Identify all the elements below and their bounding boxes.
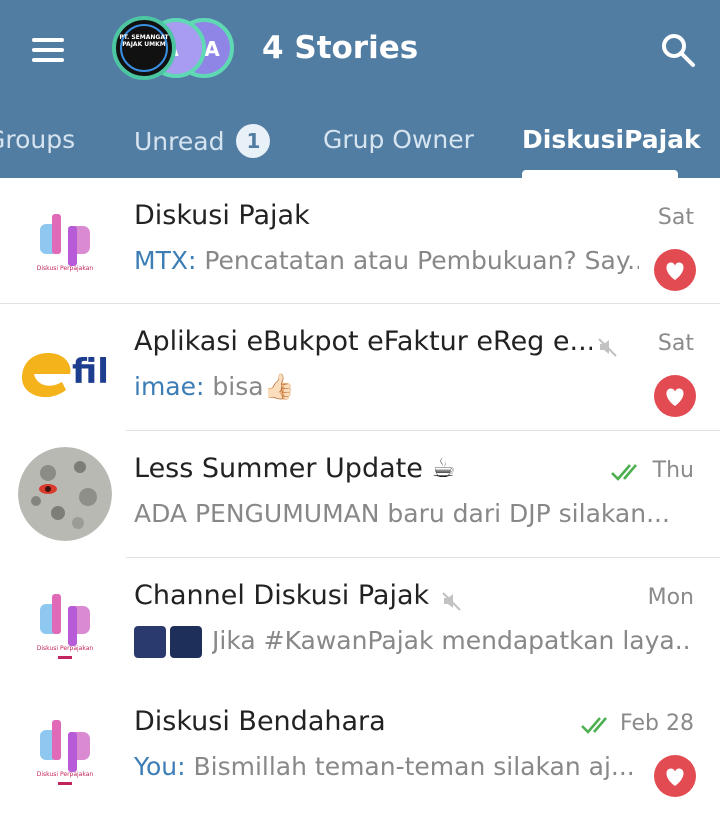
- chat-time: Sat: [657, 331, 694, 356]
- app-header: A A PT. SEMANGAT PAJAK UMKM 4 Stories Gr…: [0, 0, 720, 178]
- preview-sender: MTX:: [134, 246, 205, 275]
- double-check-icon: [611, 464, 637, 481]
- efil-logo-icon: fil: [18, 320, 112, 414]
- tab-label: Unread: [134, 127, 225, 156]
- chat-title: Channel Diskusi Pajak: [134, 580, 430, 611]
- preview-sender: You:: [134, 752, 194, 781]
- chat-row[interactable]: Less Summer Update ☕ Thu ADA PENGUMUMAN …: [0, 431, 720, 557]
- chat-time: Sat: [657, 205, 694, 230]
- preview-text: ADA PENGUMUMAN baru dari DJP silakan...: [134, 499, 670, 528]
- preview-text: Jika #KawanPajak mendapatkan laya...: [212, 626, 692, 655]
- chat-row[interactable]: Diskusi Perpajakan Diskusi Pajak Sat MTX…: [0, 178, 720, 304]
- preview-text: Pencatatan atau Pembukuan? Say...: [204, 246, 639, 275]
- preview-text: bisa👍🏻: [212, 372, 295, 401]
- svg-text:Diskusi Perpajakan: Diskusi Perpajakan: [37, 771, 94, 778]
- tab-unread[interactable]: Unread 1: [134, 124, 271, 158]
- chat-preview: imae: bisa👍🏻: [134, 370, 639, 404]
- muted-icon: [442, 592, 461, 611]
- chat-title: Less Summer Update ☕: [134, 453, 456, 484]
- preview-text: Bismillah teman-teman silakan aj...: [193, 752, 635, 781]
- chat-preview: Jika #KawanPajak mendapatkan laya...: [212, 624, 692, 658]
- reaction-badge[interactable]: [654, 375, 696, 417]
- chat-time: Thu: [652, 458, 694, 483]
- chat-title: Aplikasi eBukpot eFaktur eReg e...: [134, 326, 592, 357]
- dp-logo-icon: Diskusi Perpajakan: [18, 194, 112, 288]
- chat-avatar: Diskusi Perpajakan: [18, 700, 112, 794]
- chat-row[interactable]: Diskusi Perpajakan Diskusi Bendahara Feb…: [0, 684, 720, 810]
- muted-icon: [598, 338, 617, 357]
- chat-title: Diskusi Pajak: [134, 200, 310, 231]
- tab-diskusipajak[interactable]: DiskusiPajak: [522, 124, 701, 156]
- preview-sender: imae:: [134, 372, 213, 401]
- chat-avatar: Diskusi Perpajakan: [18, 194, 112, 288]
- unread-badge: 1: [236, 124, 271, 158]
- leopard-photo-icon: [18, 447, 112, 541]
- header-title: 4 Stories: [262, 30, 419, 66]
- chat-time: Feb 28: [620, 711, 694, 736]
- chat-avatar: Diskusi Perpajakan: [18, 574, 112, 668]
- reaction-badge[interactable]: [654, 755, 696, 797]
- heart-icon: [666, 388, 684, 406]
- svg-text:fil: fil: [72, 352, 109, 392]
- menu-icon[interactable]: [30, 36, 66, 64]
- chat-preview: MTX: Pencatatan atau Pembukuan? Say...: [134, 244, 639, 278]
- dp-logo-icon: Diskusi Perpajakan: [18, 574, 112, 668]
- dp-logo-icon: Diskusi Perpajakan: [18, 700, 112, 794]
- chat-preview: ADA PENGUMUMAN baru dari DJP silakan...: [134, 497, 694, 531]
- chat-time: Mon: [647, 585, 694, 610]
- search-icon[interactable]: [660, 32, 696, 68]
- chat-row[interactable]: fil Aplikasi eBukpot eFaktur eReg e... S…: [0, 304, 720, 430]
- stories-stack[interactable]: A A PT. SEMANGAT PAJAK UMKM: [110, 16, 242, 84]
- heart-icon: [666, 768, 684, 786]
- chat-preview: You: Bismillah teman-teman silakan aj...: [134, 750, 639, 784]
- tab-grup-owner[interactable]: Grup Owner: [323, 124, 474, 156]
- chat-row[interactable]: Diskusi Perpajakan Channel Diskusi Pajak…: [0, 558, 720, 684]
- active-tab-indicator: [522, 170, 678, 178]
- heart-icon: [666, 262, 684, 280]
- tab-groups[interactable]: Groups: [0, 124, 75, 156]
- media-thumbnail: [134, 626, 166, 658]
- folder-tabs: Groups Unread 1 Grup Owner DiskusiPajak: [0, 112, 720, 178]
- story-avatar[interactable]: PT. SEMANGAT PAJAK UMKM: [112, 16, 176, 80]
- chat-avatar: [18, 447, 112, 541]
- chat-title: Diskusi Bendahara: [134, 706, 386, 737]
- story-logo-ring: [120, 24, 168, 72]
- story-logo-text: PT. SEMANGAT PAJAK UMKM: [119, 34, 169, 48]
- svg-text:Diskusi Perpajakan: Diskusi Perpajakan: [37, 265, 94, 272]
- chat-avatar: fil: [18, 320, 112, 414]
- reaction-badge[interactable]: [654, 249, 696, 291]
- svg-text:Diskusi Perpajakan: Diskusi Perpajakan: [37, 645, 94, 652]
- double-check-icon: [581, 717, 607, 734]
- media-thumbnail: [170, 626, 202, 658]
